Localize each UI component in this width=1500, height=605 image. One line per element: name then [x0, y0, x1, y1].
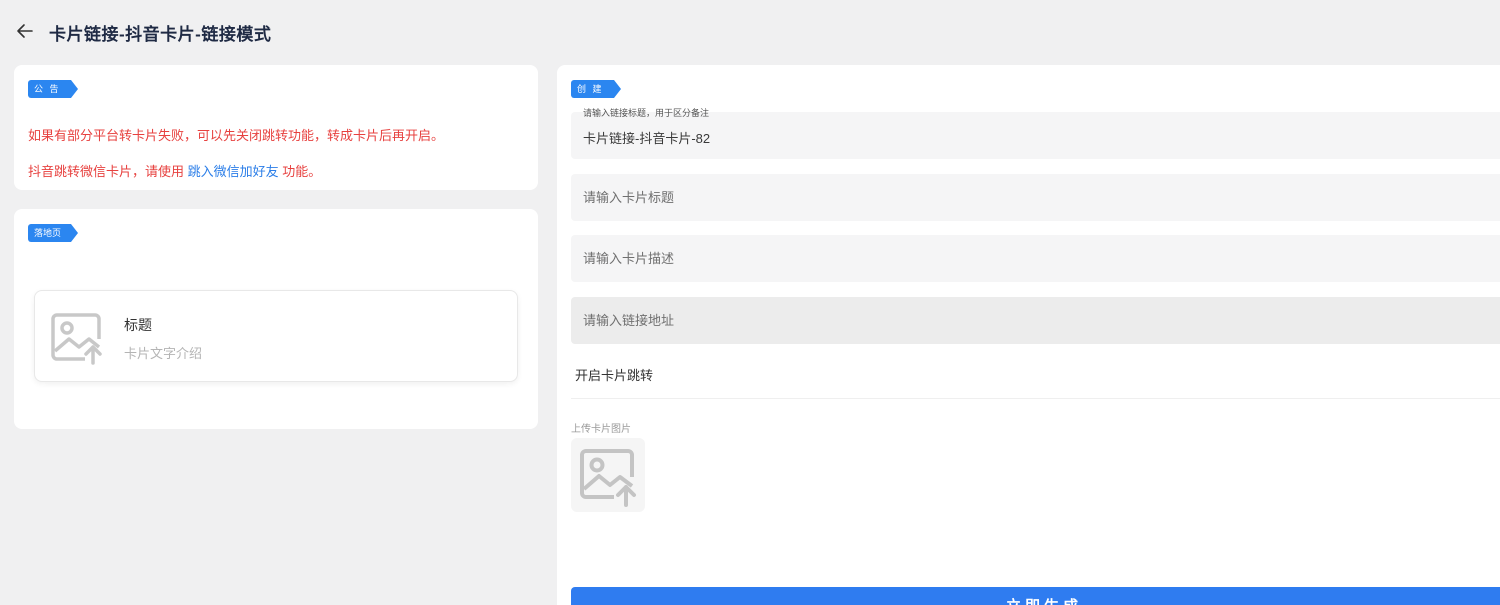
- header: 卡片链接-抖音卡片-链接模式: [0, 0, 1500, 64]
- link-url-input[interactable]: [571, 297, 1500, 344]
- landing-card: 落地页 标题 卡片文字介绍: [14, 209, 538, 429]
- back-button[interactable]: [14, 20, 36, 42]
- card-jump-switch-label: 开启卡片跳转: [575, 368, 654, 383]
- card-description-field: [571, 235, 1500, 282]
- page: 卡片链接-抖音卡片-链接模式 公 告 如果有部分平台转卡片失败，可以先关闭跳转功…: [0, 0, 1500, 605]
- link-title-field: 请输入链接标题，用于区分备注: [571, 108, 1500, 159]
- image-upload-icon: [51, 313, 102, 365]
- upload-card-image-label: 上传卡片图片: [571, 424, 631, 435]
- upload-card-image-button[interactable]: [571, 438, 645, 512]
- notice-card: 公 告 如果有部分平台转卡片失败，可以先关闭跳转功能，转成卡片后再开启。 抖音跳…: [14, 65, 538, 190]
- notice-line-1: 如果有部分平台转卡片失败，可以先关闭跳转功能，转成卡片后再开启。: [28, 128, 445, 143]
- generate-button[interactable]: 立即生成: [571, 587, 1500, 605]
- card-preview: 标题 卡片文字介绍: [34, 290, 518, 382]
- notice-tag: 公 告: [28, 80, 77, 98]
- image-upload-icon: [580, 449, 636, 507]
- create-card: 创 建 请输入链接标题，用于区分备注 开启卡片跳转 上传卡片图片: [557, 65, 1500, 605]
- wechat-add-friend-link[interactable]: 跳入微信加好友: [188, 164, 279, 179]
- arrow-left-icon: [17, 24, 33, 38]
- card-title-field: [571, 174, 1500, 221]
- card-description-input[interactable]: [571, 235, 1500, 282]
- page-title: 卡片链接-抖音卡片-链接模式: [49, 25, 272, 44]
- notice-line-2-prefix: 抖音跳转微信卡片，请使用: [28, 164, 188, 179]
- card-jump-switch-row[interactable]: 开启卡片跳转: [571, 353, 1500, 399]
- preview-title: 标题: [124, 317, 152, 333]
- link-url-field: [571, 297, 1500, 344]
- card-title-input[interactable]: [571, 174, 1500, 221]
- notice-line-2: 抖音跳转微信卡片，请使用 跳入微信加好友 功能。: [28, 161, 321, 180]
- link-title-input[interactable]: [571, 112, 1500, 159]
- preview-description: 卡片文字介绍: [124, 346, 203, 361]
- create-tag: 创 建: [571, 80, 620, 98]
- notice-line-2-suffix: 功能。: [278, 164, 322, 179]
- landing-tag: 落地页: [28, 224, 79, 242]
